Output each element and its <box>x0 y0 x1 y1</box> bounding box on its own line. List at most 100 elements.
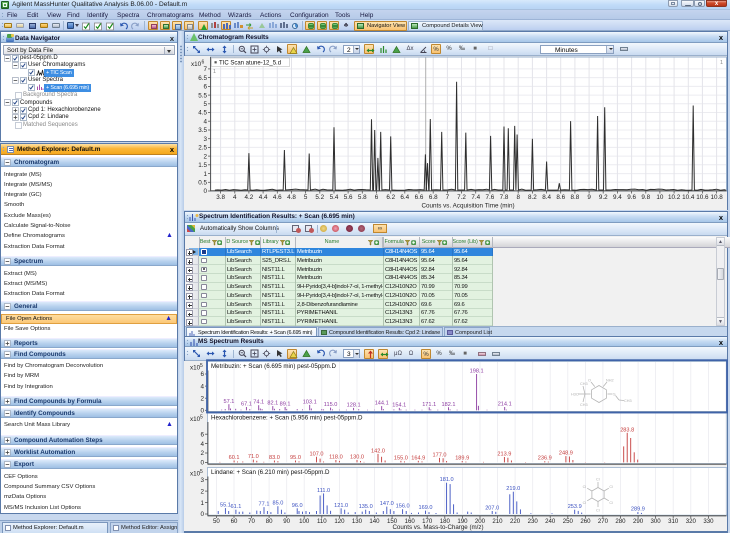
svg-text:4: 4 <box>200 383 204 390</box>
svg-text:74.1: 74.1 <box>253 400 264 406</box>
svg-text:5: 5 <box>200 363 203 369</box>
svg-text:270: 270 <box>598 518 609 525</box>
svg-text:130.0: 130.0 <box>350 455 364 461</box>
svg-text:107.0: 107.0 <box>310 451 324 457</box>
svg-text:164.9: 164.9 <box>411 455 425 461</box>
svg-text:171.1: 171.1 <box>422 402 436 408</box>
svg-text:213.9: 213.9 <box>497 452 511 458</box>
svg-text:0: 0 <box>200 408 204 415</box>
svg-text:103.1: 103.1 <box>303 399 317 405</box>
svg-text:Cl: Cl <box>583 501 587 505</box>
svg-text:248.9: 248.9 <box>559 451 573 457</box>
svg-text:77.1: 77.1 <box>259 502 270 508</box>
svg-text:100: 100 <box>299 518 310 525</box>
svg-text:250: 250 <box>563 518 574 525</box>
svg-text:5: 5 <box>200 469 203 475</box>
svg-text:71.0: 71.0 <box>248 454 259 460</box>
svg-text:115.0: 115.0 <box>324 402 338 408</box>
svg-text:67.1: 67.1 <box>241 402 252 408</box>
svg-text:Cl: Cl <box>596 509 600 513</box>
svg-text:253.9: 253.9 <box>568 504 582 510</box>
svg-text:6: 6 <box>200 431 204 438</box>
svg-text:Cl: Cl <box>609 485 613 489</box>
svg-text:154.1: 154.1 <box>392 402 406 408</box>
svg-text:57.1: 57.1 <box>223 399 234 405</box>
svg-text:280: 280 <box>615 518 626 525</box>
svg-text:CH3: CH3 <box>624 399 632 403</box>
svg-text:155.0: 155.0 <box>394 455 408 461</box>
svg-text:189.9: 189.9 <box>455 456 469 462</box>
svg-text:207.0: 207.0 <box>485 506 499 512</box>
svg-text:0: 0 <box>200 511 204 518</box>
svg-text:289.9: 289.9 <box>631 507 645 513</box>
svg-text:H3C: H3C <box>571 393 579 397</box>
svg-text:283.8: 283.8 <box>620 427 634 433</box>
svg-text:Cl: Cl <box>596 478 600 482</box>
svg-text:111.0: 111.0 <box>317 488 330 494</box>
svg-text:169.0: 169.0 <box>419 505 433 511</box>
svg-text:240: 240 <box>545 518 556 525</box>
svg-text:NH2: NH2 <box>606 379 614 383</box>
svg-text:156.0: 156.0 <box>396 504 410 510</box>
svg-text:85.0: 85.0 <box>272 501 283 507</box>
svg-text:CH3: CH3 <box>580 403 588 407</box>
svg-text:2: 2 <box>200 395 204 402</box>
svg-text:2: 2 <box>200 488 204 495</box>
svg-text:147.0: 147.0 <box>380 501 394 507</box>
svg-text:118.0: 118.0 <box>329 455 343 461</box>
svg-text:130: 130 <box>352 518 363 525</box>
svg-text:4: 4 <box>200 441 204 448</box>
svg-text:230: 230 <box>528 518 539 525</box>
svg-text:182.1: 182.1 <box>442 402 456 408</box>
svg-text:144.1: 144.1 <box>375 401 389 407</box>
svg-text:330: 330 <box>703 518 714 525</box>
svg-text:Lindane: + Scan (6.210 min) p: Lindane: + Scan (6.210 min) pest-05ppm.D <box>211 469 330 476</box>
svg-text:290: 290 <box>633 518 644 525</box>
svg-text:95.0: 95.0 <box>290 455 301 461</box>
svg-text:83.0: 83.0 <box>269 455 280 461</box>
svg-text:310: 310 <box>668 518 679 525</box>
svg-text:120: 120 <box>334 518 345 525</box>
svg-text:Counts vs. Mass-to-Charge (m/z: Counts vs. Mass-to-Charge (m/z) <box>392 524 483 531</box>
svg-text:5: 5 <box>200 415 203 421</box>
svg-text:260: 260 <box>580 518 591 525</box>
svg-text:89.1: 89.1 <box>280 402 291 408</box>
svg-text:320: 320 <box>686 518 697 525</box>
svg-text:70: 70 <box>248 518 255 525</box>
svg-text:3: 3 <box>200 477 204 484</box>
svg-text:6: 6 <box>200 371 204 378</box>
svg-text:50: 50 <box>213 518 220 525</box>
svg-text:1: 1 <box>200 500 204 507</box>
svg-text:219.0: 219.0 <box>506 486 520 492</box>
svg-text:177.0: 177.0 <box>433 452 447 458</box>
svg-text:2: 2 <box>200 450 204 457</box>
svg-text:60.1: 60.1 <box>229 455 240 461</box>
svg-text:61.1: 61.1 <box>230 504 241 510</box>
svg-text:Metribuzin: + Scan (6.695 min: Metribuzin: + Scan (6.695 min) pest-05pp… <box>211 363 337 370</box>
svg-text:210: 210 <box>492 518 503 525</box>
svg-text:214.1: 214.1 <box>498 402 512 408</box>
svg-text:80: 80 <box>266 518 273 525</box>
svg-text:121.0: 121.0 <box>334 503 348 509</box>
svg-text:135.0: 135.0 <box>359 504 373 510</box>
svg-text:60: 60 <box>231 518 238 525</box>
svg-text:Hexachlorobenzene: + Scan (5.: Hexachlorobenzene: + Scan (5.956 min) pe… <box>211 415 363 422</box>
svg-text:90: 90 <box>283 518 290 525</box>
svg-text:96.0: 96.0 <box>292 503 303 509</box>
svg-text:82.1: 82.1 <box>267 401 278 407</box>
svg-text:220: 220 <box>510 518 521 525</box>
svg-text:128.1: 128.1 <box>347 402 361 408</box>
svg-text:O: O <box>588 379 591 383</box>
svg-text:110: 110 <box>317 518 327 525</box>
svg-text:198.1: 198.1 <box>470 369 484 375</box>
svg-text:140: 140 <box>369 518 380 525</box>
svg-text:300: 300 <box>651 518 662 525</box>
svg-text:142.0: 142.0 <box>371 448 385 454</box>
svg-text:0: 0 <box>200 460 204 467</box>
svg-text:55.1: 55.1 <box>220 503 231 509</box>
svg-text:Cl: Cl <box>583 485 587 489</box>
svg-text:CH3: CH3 <box>580 382 588 386</box>
svg-text:236.9: 236.9 <box>538 456 552 462</box>
svg-text:181.0: 181.0 <box>440 477 454 483</box>
svg-text:Cl: Cl <box>609 501 613 505</box>
